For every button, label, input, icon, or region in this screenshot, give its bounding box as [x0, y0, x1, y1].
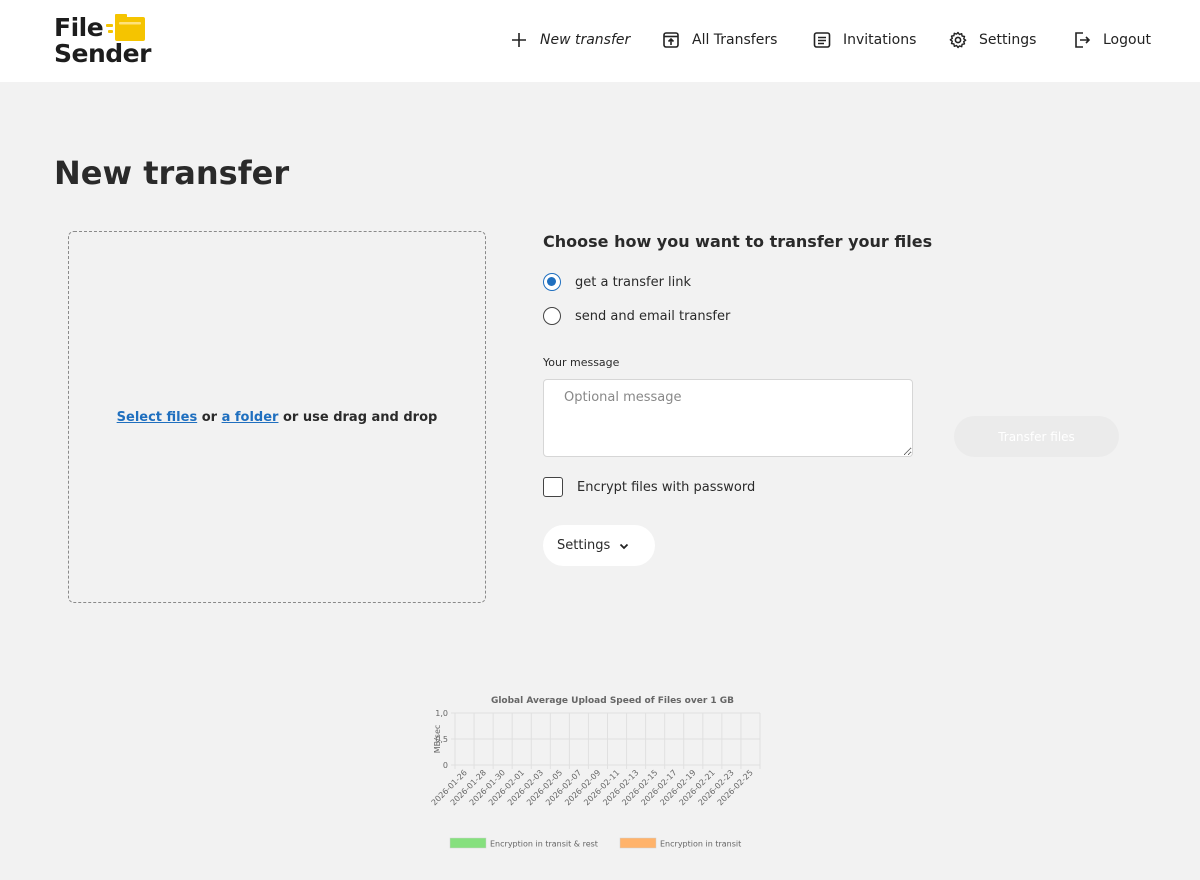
dropzone-dragdrop-text: or use drag and drop: [278, 409, 438, 425]
nav-label: Settings: [979, 32, 1037, 48]
encrypt-option[interactable]: Encrypt files with password: [543, 477, 755, 497]
select-files-link[interactable]: Select files: [117, 410, 198, 425]
chart-legend-label: Encryption in transit & rest: [490, 840, 598, 849]
encrypt-label: Encrypt files with password: [577, 479, 756, 495]
nav-label: Invitations: [843, 32, 917, 48]
filesender-logo[interactable]: File Sender: [54, 14, 164, 70]
chevron-down-icon: [620, 543, 629, 549]
plus-icon: [512, 33, 526, 47]
nav-logout[interactable]: Logout: [1073, 28, 1151, 52]
gear-icon: [949, 31, 967, 49]
nav-invitations[interactable]: Invitations: [813, 28, 916, 52]
encrypt-checkbox[interactable]: [543, 477, 563, 497]
transfer-files-button[interactable]: Transfer files: [954, 416, 1119, 457]
nav-settings[interactable]: Settings: [949, 28, 1036, 52]
option-email-transfer[interactable]: send and email transfer: [543, 307, 730, 325]
option-label: get a transfer link: [575, 274, 692, 290]
message-textarea[interactable]: [543, 379, 913, 457]
chart-y-tick-label: 1,0: [435, 709, 448, 718]
header: File Sender New transfer All Transfers I…: [0, 0, 1200, 82]
page-title: New transfer: [54, 154, 290, 192]
option-transfer-link[interactable]: get a transfer link: [543, 273, 691, 291]
chart-y-tick-label: 0: [443, 761, 448, 770]
upload-speed-chart: Global Average Upload Speed of Files ove…: [420, 688, 780, 858]
logo-text-line2: Sender: [54, 39, 151, 68]
option-label: send and email transfer: [575, 308, 731, 324]
settings-button-label: Settings: [557, 538, 611, 553]
logo-text-line1: File: [54, 13, 104, 42]
nav-all-transfers[interactable]: All Transfers: [662, 28, 777, 52]
logout-icon: [1075, 32, 1091, 48]
upload-box-icon: [663, 32, 679, 48]
email-transfer-radio[interactable]: [543, 307, 561, 325]
chart-legend-label: Encryption in transit: [660, 840, 741, 849]
file-dropzone[interactable]: Select files or a folder or use drag and…: [68, 231, 486, 603]
select-folder-link[interactable]: a folder: [222, 410, 279, 425]
dropzone-or-text: or: [197, 409, 222, 425]
folder-logo-icon: [106, 14, 145, 41]
list-icon: [813, 32, 831, 48]
nav-label: Logout: [1103, 32, 1151, 48]
transfer-link-radio[interactable]: [543, 273, 561, 291]
chart-y-axis-label: MB/sec: [433, 725, 442, 754]
chart-svg: Global Average Upload Speed of Files ove…: [430, 696, 761, 849]
transfer-method-heading: Choose how you want to transfer your fil…: [543, 232, 933, 251]
nav-label: New transfer: [540, 32, 631, 48]
chart-legend-swatch: [449, 837, 487, 849]
dropzone-text: Select files or a folder or use drag and…: [117, 410, 438, 425]
chart-title: Global Average Upload Speed of Files ove…: [491, 696, 734, 706]
chart-legend-swatch: [619, 837, 657, 849]
nav-new-transfer[interactable]: New transfer: [510, 28, 630, 52]
nav-label: All Transfers: [692, 32, 778, 48]
settings-toggle-button[interactable]: Settings: [543, 525, 655, 566]
message-label: Your message: [543, 356, 620, 369]
